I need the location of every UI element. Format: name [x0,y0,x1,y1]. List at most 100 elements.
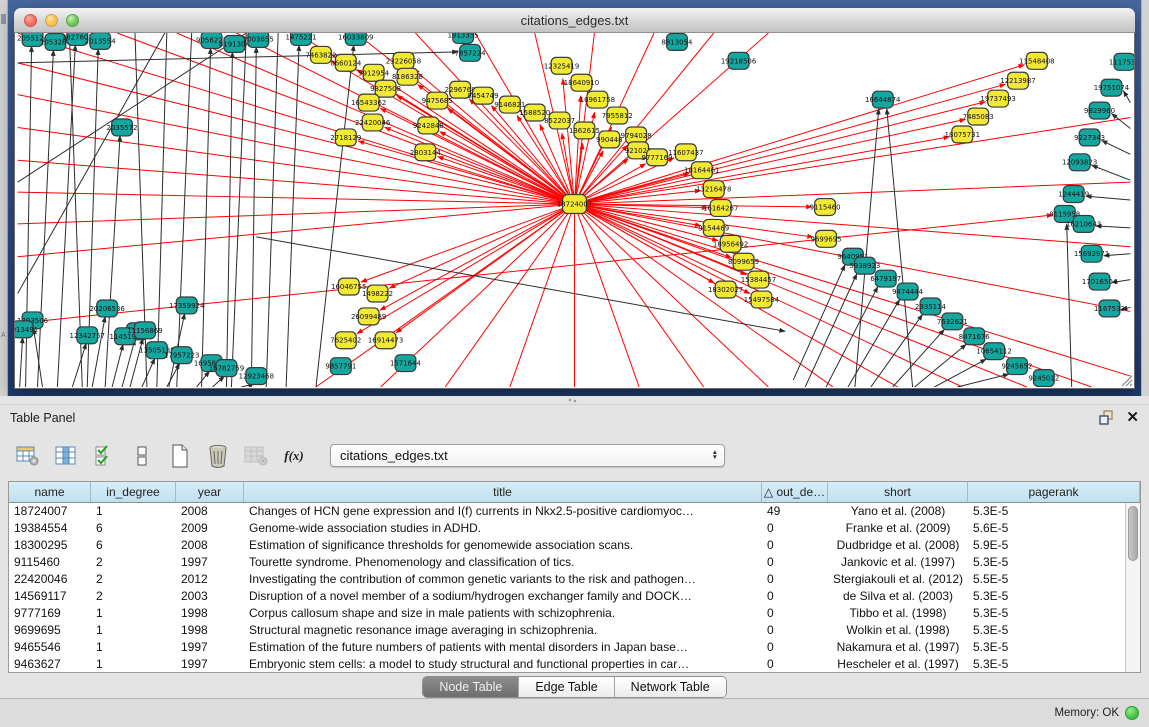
graph-node[interactable]: 12093823 [1062,154,1097,171]
graph-node[interactable]: 9857791 [325,358,356,375]
table-cell[interactable]: 1997 [176,639,244,656]
table-cell[interactable]: Investigating the contribution of common… [244,571,762,588]
table-cell[interactable]: 0 [762,520,828,537]
table-cell[interactable]: 2008 [176,503,244,520]
graph-node[interactable]: 6479197 [870,270,901,287]
table-cell[interactable]: 5.3E-5 [968,639,1125,656]
graph-node[interactable]: 1475221 [286,33,317,45]
panel-splitter[interactable] [0,396,1149,405]
show-columns-button[interactable] [52,442,80,470]
table-row[interactable]: 977716911998Corpus callosum shape and si… [9,605,1125,622]
table-cell[interactable]: 49 [762,503,828,520]
graph-node[interactable]: 9699695 [811,230,842,247]
table-cell[interactable]: 5.3E-5 [968,588,1125,605]
table-row[interactable]: 1872400712008Changes of HCN gene express… [9,503,1125,520]
table-cell[interactable]: 0 [762,588,828,605]
table-cell[interactable]: Estimation of significance thresholds fo… [244,537,762,554]
table-settings-button[interactable] [14,442,42,470]
column-header-in-degree[interactable]: in_degree [91,482,176,502]
graph-node[interactable]: 7632621 [937,313,968,330]
graph-node[interactable]: 7857224 [455,44,487,61]
table-cell[interactable]: Franke et al. (2009) [828,520,968,537]
table-cell[interactable]: 1 [91,656,176,672]
delete-table-button[interactable] [242,442,270,470]
table-cell[interactable]: 5.9E-5 [968,537,1125,554]
close-panel-icon[interactable]: ✕ [1126,410,1139,425]
table-cell[interactable]: 2012 [176,571,244,588]
graph-node[interactable]: 9475685 [422,92,453,109]
table-cell[interactable]: Embryonic stem cells: a model to study s… [244,656,762,672]
table-scrollbar-thumb[interactable] [1128,506,1138,561]
graph-node[interactable]: 1244419 [1058,186,1089,203]
graph-node[interactable]: 7625402 [330,332,361,349]
table-cell[interactable]: Tibbo et al. (1998) [828,605,968,622]
column-header-title[interactable]: title [244,482,762,502]
table-row[interactable]: 946554611997Estimation of the future num… [9,639,1125,656]
graph-node[interactable]: 16644874 [865,91,901,108]
graph-node[interactable]: 18640910 [564,74,599,91]
table-cell[interactable]: Corpus callosum shape and size in male p… [244,605,762,622]
table-cell[interactable]: 9465546 [9,639,91,656]
table-cell[interactable]: Jankovic et al. (1997) [828,554,968,571]
table-cell[interactable]: 22420046 [9,571,91,588]
table-cell[interactable]: Structural magnetic resonance image aver… [244,622,762,639]
table-cell[interactable]: 5.3E-5 [968,656,1125,672]
graph-node[interactable]: 9227343 [1074,129,1105,146]
column-header-name[interactable]: name [9,482,91,502]
table-row[interactable]: 1938455462009Genome-wide association stu… [9,520,1125,537]
graph-node[interactable]: 9245012 [1028,370,1059,387]
table-cell[interactable]: 1 [91,639,176,656]
graph-node[interactable]: 1498222 [362,285,393,302]
table-cell[interactable]: 9777169 [9,605,91,622]
graph-node[interactable]: 19751074 [1094,79,1130,96]
table-cell[interactable]: 0 [762,554,828,571]
graph-node[interactable]: 23226058 [386,52,421,69]
table-selector-dropdown[interactable]: citations_edges.txt ▲▼ [330,444,725,467]
graph-node[interactable]: 1913355 [448,33,479,43]
graph-node[interactable]: 18302027 [708,281,743,298]
table-cell[interactable]: 19384554 [9,520,91,537]
graph-node[interactable]: 11548408 [1019,52,1054,69]
window-close-button[interactable] [24,14,37,27]
window-titlebar[interactable]: citations_edges.txt [14,8,1135,33]
graph-node[interactable]: 20206536 [89,300,124,317]
graph-node[interactable]: 2803144 [410,144,442,161]
table-cell[interactable]: 2009 [176,520,244,537]
graph-node[interactable]: 16961758 [580,91,615,108]
table-cell[interactable]: de Silva et al. (2003) [828,588,968,605]
graph-node[interactable]: 15692971 [1074,245,1109,262]
graph-node[interactable]: 8186328 [392,68,423,85]
table-cell[interactable]: 18724007 [9,503,91,520]
graph-node[interactable]: 8471676 [959,328,990,345]
table-cell[interactable]: 5.5E-5 [968,571,1125,588]
graph-node[interactable]: 9245652 [1002,358,1033,375]
function-builder-button[interactable]: f(x) [280,442,308,470]
column-header-short[interactable]: short [828,482,968,502]
table-cell[interactable]: 1997 [176,554,244,571]
table-row[interactable]: 946362711997Embryonic stem cells: a mode… [9,656,1125,672]
graph-node[interactable]: 12213987 [1000,72,1035,89]
table-cell[interactable]: 5.3E-5 [968,605,1125,622]
table-cell[interactable]: 9115460 [9,554,91,571]
table-cell[interactable]: 0 [762,656,828,672]
table-row[interactable]: 1456911722003Disruption of a novel membe… [9,588,1125,605]
table-cell[interactable]: 1 [91,622,176,639]
table-cell[interactable]: 6 [91,520,176,537]
graph-node[interactable]: 12342757 [70,327,105,344]
table-cell[interactable]: Hescheler et al. (1997) [828,656,968,672]
graph-node[interactable]: 5912954 [358,64,390,81]
graph-node[interactable]: 19737493 [980,90,1015,107]
table-cell[interactable]: 2008 [176,537,244,554]
table-cell[interactable]: 1 [91,605,176,622]
graph-node[interactable]: 17016504 [1082,273,1118,290]
table-row[interactable]: 969969511998Structural magnetic resonanc… [9,622,1125,639]
graph-node[interactable]: 7485083 [963,108,994,125]
graph-node[interactable]: 18075731 [945,126,980,143]
table-cell[interactable]: 2 [91,588,176,605]
graph-node[interactable]: 18164461 [684,162,719,179]
float-panel-icon[interactable] [1099,410,1114,425]
tab-network-table[interactable]: Network Table [615,677,726,697]
table-cell[interactable]: Genome-wide association studies in ADHD. [244,520,762,537]
graph-node[interactable]: 22420046 [355,114,390,131]
table-cell[interactable]: Disruption of a novel member of a sodium… [244,588,762,605]
